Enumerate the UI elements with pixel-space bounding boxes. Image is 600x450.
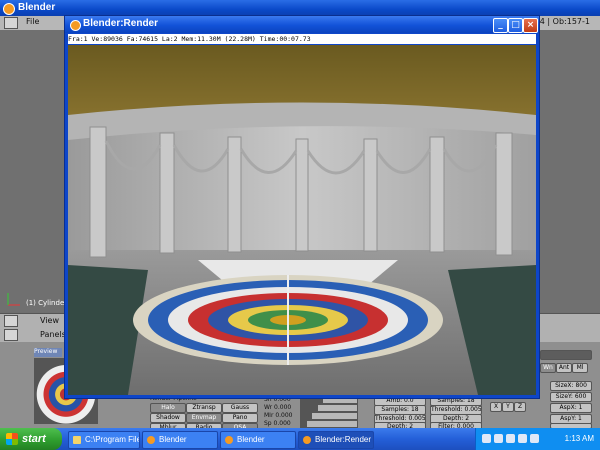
slider-mir-label: MIr 0.000 bbox=[264, 412, 293, 419]
blender-window-title: Blender bbox=[18, 2, 56, 13]
viewport-type-button[interactable] bbox=[4, 315, 18, 327]
render-tab[interactable] bbox=[540, 350, 592, 360]
slider-sp-label: Sp 0.000 bbox=[264, 420, 291, 427]
window-type-button[interactable] bbox=[4, 17, 18, 29]
blender-icon bbox=[147, 436, 155, 444]
tray-icon-4[interactable] bbox=[518, 434, 527, 443]
tray-icon-1[interactable] bbox=[482, 434, 491, 443]
buttons-type-button[interactable] bbox=[4, 329, 18, 341]
render-title-bar[interactable]: Blender:Render _ □ × bbox=[65, 16, 539, 33]
blender-title-bar[interactable]: Blender bbox=[0, 0, 600, 16]
render-status-line: Fra:1 Ve:89036 Fa:74615 La:2 Mem:11.30M … bbox=[68, 34, 536, 44]
render-option-shadow[interactable]: Shadow bbox=[150, 413, 186, 423]
quality-tab-wn[interactable]: Wn bbox=[540, 363, 556, 373]
rendered-image bbox=[68, 45, 536, 395]
slider-wr[interactable] bbox=[300, 404, 358, 412]
size-y-field[interactable]: SizeY: 600 bbox=[550, 392, 592, 402]
render-option-pano[interactable]: Pano bbox=[222, 413, 258, 423]
z-button[interactable]: Z bbox=[514, 402, 526, 412]
blender-app-icon bbox=[3, 3, 15, 15]
y-button[interactable]: Y bbox=[502, 402, 514, 412]
tray-icon-5[interactable] bbox=[530, 434, 539, 443]
blender-icon bbox=[303, 436, 311, 444]
quality-tab-ant[interactable]: Ant bbox=[556, 363, 572, 373]
x-button[interactable]: X bbox=[490, 402, 502, 412]
blender-icon bbox=[225, 436, 233, 444]
slider-wr-label: Wr 0.000 bbox=[264, 404, 292, 411]
panels-menu[interactable]: Panels bbox=[40, 330, 66, 339]
render-option-gauss[interactable]: Gauss bbox=[222, 403, 258, 413]
maximize-button[interactable]: □ bbox=[508, 18, 523, 33]
tray-icon-2[interactable] bbox=[494, 434, 503, 443]
task-blender-2[interactable]: Blender bbox=[220, 431, 296, 449]
start-button[interactable]: start bbox=[0, 428, 62, 450]
axis-gizmo-icon bbox=[6, 292, 22, 310]
folder-icon bbox=[73, 436, 81, 444]
clock: 1:13 AM bbox=[564, 434, 594, 443]
render-option-ztransp[interactable]: Ztransp bbox=[186, 403, 222, 413]
asp-x-field[interactable]: AspX: 1 bbox=[550, 403, 592, 413]
task-blender-1[interactable]: Blender bbox=[142, 431, 218, 449]
render-window-title: Blender:Render bbox=[83, 18, 159, 29]
task-explorer[interactable]: C:\Program File... bbox=[68, 431, 140, 449]
file-menu[interactable]: File bbox=[26, 17, 39, 26]
size-x-field[interactable]: SizeX: 800 bbox=[550, 381, 592, 391]
windows-logo-icon bbox=[6, 433, 18, 445]
preview-tab[interactable]: Preview bbox=[34, 348, 62, 357]
render-option-halo[interactable]: Halo bbox=[150, 403, 186, 413]
slider-sp[interactable] bbox=[300, 420, 358, 428]
minimize-button[interactable]: _ bbox=[493, 18, 508, 33]
system-tray: 1:13 AM bbox=[475, 428, 600, 450]
quality-tab-ml[interactable]: Ml bbox=[572, 363, 588, 373]
render-window-icon bbox=[70, 20, 81, 31]
render-option-envmap[interactable]: Envmap bbox=[186, 413, 222, 423]
view-menu[interactable]: View bbox=[40, 316, 59, 325]
render-window: Blender:Render _ □ × Fra:1 Ve:89036 Fa:7… bbox=[64, 15, 540, 399]
close-button[interactable]: × bbox=[523, 18, 538, 33]
taskbar: start C:\Program File... Blender Blender… bbox=[0, 428, 600, 450]
tray-icon-3[interactable] bbox=[506, 434, 515, 443]
slider-mir[interactable] bbox=[300, 412, 358, 420]
task-blender-render[interactable]: Blender:Render bbox=[298, 431, 374, 449]
